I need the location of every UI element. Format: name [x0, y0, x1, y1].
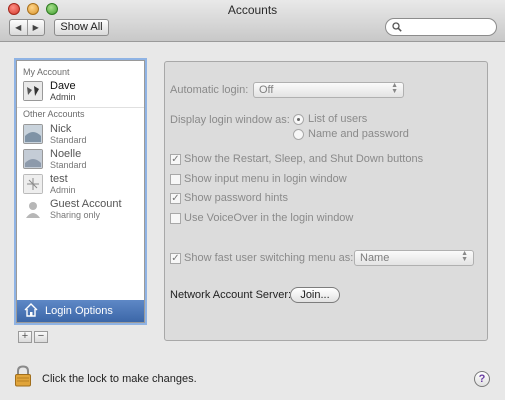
account-item-noelle[interactable]: Noelle Standard	[20, 147, 142, 173]
network-account-server-label: Network Account Server:	[170, 289, 292, 301]
user-picture-icon	[23, 124, 43, 144]
radio-name-and-password[interactable]	[293, 129, 304, 140]
checkbox-input-menu-label: Show input menu in login window	[184, 173, 347, 185]
account-role: Standard	[50, 135, 87, 145]
window-title: Accounts	[227, 3, 278, 17]
help-button[interactable]: ?	[474, 371, 490, 387]
user-picture-icon	[23, 81, 43, 101]
search-icon	[392, 22, 402, 32]
forward-button[interactable]: ▶	[26, 20, 45, 35]
checkbox-show-restart[interactable]: ✓	[170, 154, 181, 165]
account-name: Guest Account	[50, 198, 122, 210]
my-account-header: My Account	[23, 67, 70, 77]
fast-user-switching-label: Show fast user switching menu as:	[184, 252, 354, 264]
search-field[interactable]	[385, 18, 497, 36]
account-role: Admin	[50, 92, 76, 102]
updown-arrows-icon: ▲ ▼	[461, 250, 468, 263]
radio-list-of-users[interactable]	[293, 114, 304, 125]
account-item-test[interactable]: test Admin	[20, 172, 142, 198]
remove-account-button[interactable]: −	[34, 331, 48, 343]
account-item-nick[interactable]: Nick Standard	[20, 122, 142, 148]
account-role: Sharing only	[50, 210, 101, 220]
updown-arrows-icon: ▲ ▼	[391, 82, 398, 95]
checkbox-input-menu[interactable]	[170, 174, 181, 185]
other-accounts-header: Other Accounts	[23, 109, 85, 119]
account-name: Noelle	[50, 148, 82, 160]
back-button[interactable]: ◀	[10, 20, 27, 35]
fast-user-switching-value: Name	[360, 252, 390, 264]
lock-message: Click the lock to make changes.	[42, 373, 197, 385]
user-picture-icon	[23, 174, 43, 194]
automatic-login-label: Automatic login:	[170, 84, 249, 96]
display-login-label: Display login window as:	[170, 114, 290, 126]
checkbox-fast-user-switching[interactable]: ✓	[170, 253, 181, 264]
house-icon	[24, 303, 38, 317]
login-options-label: Login Options	[45, 305, 113, 317]
title-bar: Accounts ◀ ▶ Show All	[0, 0, 505, 42]
account-name: Nick	[50, 123, 72, 135]
automatic-login-popup[interactable]: Off ▲ ▼	[253, 82, 404, 98]
fast-user-switching-popup[interactable]: Name ▲ ▼	[354, 250, 474, 266]
account-name: test	[50, 173, 68, 185]
lock-icon[interactable]	[14, 365, 32, 387]
add-account-button[interactable]: +	[18, 331, 32, 343]
automatic-login-value: Off	[259, 84, 274, 96]
join-button[interactable]: Join...	[290, 287, 340, 303]
radio-name-and-password-label: Name and password	[308, 128, 409, 140]
account-role: Admin	[50, 185, 76, 195]
search-input[interactable]	[404, 20, 492, 34]
checkbox-password-hints-label: Show password hints	[184, 192, 288, 204]
forward-icon: ▶	[32, 23, 39, 32]
guest-user-icon	[26, 202, 40, 218]
login-options-item[interactable]: Login Options	[17, 300, 144, 322]
account-list[interactable]: My Account Dave Admin Other Accounts Nic…	[16, 60, 145, 323]
checkbox-voiceover-label: Use VoiceOver in the login window	[184, 212, 354, 224]
back-icon: ◀	[15, 23, 22, 32]
account-item-guest[interactable]: Guest Account Sharing only	[20, 197, 142, 223]
radio-list-of-users-label: List of users	[308, 113, 368, 125]
account-role: Standard	[50, 160, 87, 170]
account-name: Dave	[50, 80, 76, 92]
back-forward-group: ◀ ▶	[9, 19, 45, 36]
divider	[17, 107, 144, 108]
checkbox-voiceover[interactable]	[170, 213, 181, 224]
checkbox-show-restart-label: Show the Restart, Sleep, and Shut Down b…	[184, 153, 424, 165]
user-picture-icon	[23, 149, 43, 169]
checkbox-password-hints[interactable]: ✓	[170, 193, 181, 204]
account-item-dave[interactable]: Dave Admin	[20, 79, 142, 105]
show-all-button[interactable]: Show All	[54, 19, 109, 36]
